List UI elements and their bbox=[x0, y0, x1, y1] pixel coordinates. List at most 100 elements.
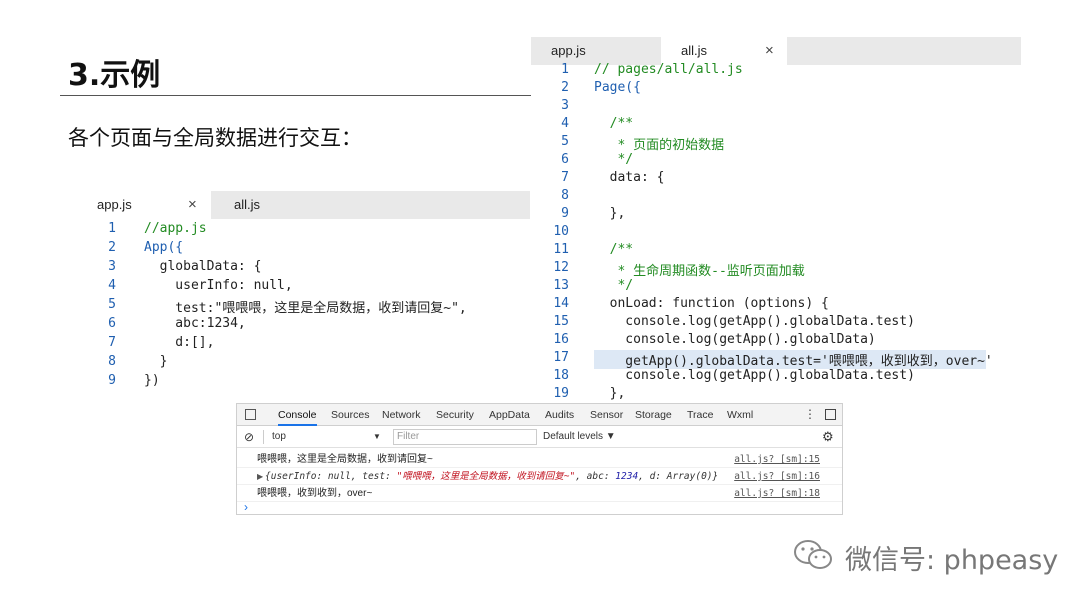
code-line: }, bbox=[594, 206, 626, 221]
object-preview-key: , d: Array(0)} bbox=[638, 471, 719, 482]
tab-network[interactable]: Network bbox=[382, 404, 421, 426]
console-message-object[interactable]: ▶ {userInfo: null, test: "喂喂喂，这里是全局数据，收到… bbox=[237, 468, 842, 485]
tab-storage[interactable]: Storage bbox=[635, 404, 672, 426]
slide-title: 3.示例 bbox=[68, 58, 161, 93]
gear-icon[interactable]: ⚙ bbox=[822, 426, 834, 448]
expand-triangle-icon[interactable]: ▶ bbox=[257, 468, 263, 485]
code-line: console.log(getApp().globalData.test) bbox=[594, 368, 915, 383]
object-preview-number: 1234 bbox=[615, 471, 639, 482]
code-line: } bbox=[144, 354, 168, 369]
console-message-text: 喂喂喂，这里是全局数据，收到请回复~ bbox=[257, 454, 433, 465]
source-link[interactable]: all.js? [sm]:16 bbox=[734, 468, 820, 485]
code-line: Page({ bbox=[594, 80, 641, 95]
code-line: userInfo: null, bbox=[144, 278, 293, 293]
editor-tab-bar: app.js all.js × bbox=[531, 37, 1021, 65]
line-number: 17 bbox=[553, 350, 569, 365]
line-number: 4 bbox=[561, 116, 569, 131]
code-line: /** bbox=[594, 242, 634, 257]
object-preview-string: "喂喂喂，这里是全局数据，收到请回复~" bbox=[396, 471, 576, 482]
line-number: 19 bbox=[553, 386, 569, 401]
devtools-tab-bar: Console Sources Network Security AppData… bbox=[237, 404, 842, 426]
code-line: onLoad: function (options) { bbox=[594, 296, 829, 311]
close-icon[interactable]: × bbox=[188, 191, 197, 219]
console-message: 喂喂喂，这里是全局数据，收到请回复~ all.js? [sm]:15 bbox=[237, 451, 842, 468]
line-number: 12 bbox=[553, 260, 569, 275]
tab-wxml[interactable]: Wxml bbox=[727, 404, 753, 426]
log-levels-select[interactable]: Default levels ▼ bbox=[543, 426, 616, 448]
line-number: 11 bbox=[553, 242, 569, 257]
close-icon[interactable]: × bbox=[765, 37, 774, 65]
code-area[interactable]: 1 //app.js 2 App({ 3 globalData: { 4 userI… bbox=[78, 221, 530, 392]
tab-app-js[interactable]: app.js bbox=[531, 37, 661, 65]
line-number: 10 bbox=[553, 224, 569, 239]
line-number: 5 bbox=[561, 134, 569, 149]
line-number: 1 bbox=[108, 221, 116, 236]
tab-label: all.js bbox=[681, 43, 708, 58]
chevron-down-icon[interactable]: ▼ bbox=[373, 426, 381, 448]
slide-subtitle: 各个页面与全局数据进行交互： bbox=[68, 126, 362, 150]
line-number: 1 bbox=[561, 62, 569, 77]
code-line: }, bbox=[594, 386, 626, 401]
all-js-editor: app.js all.js × 1 // pages/all/all.js 2 Pa… bbox=[531, 37, 1021, 403]
code-line: d:[], bbox=[144, 335, 215, 350]
filter-input[interactable]: Filter bbox=[393, 429, 537, 445]
line-number: 6 bbox=[561, 152, 569, 167]
wechat-icon bbox=[794, 540, 832, 569]
tab-console[interactable]: Console bbox=[278, 404, 317, 426]
tab-appdata[interactable]: AppData bbox=[489, 404, 530, 426]
line-number: 14 bbox=[553, 296, 569, 311]
code-line: */ bbox=[594, 152, 634, 167]
line-number: 9 bbox=[108, 373, 116, 388]
console-prompt[interactable]: › bbox=[244, 501, 248, 513]
line-number: 13 bbox=[553, 278, 569, 293]
tab-all-js[interactable]: all.js × bbox=[661, 37, 787, 65]
object-preview-key: {userInfo: null, test: bbox=[265, 471, 397, 482]
line-number: 15 bbox=[553, 314, 569, 329]
tab-label: app.js bbox=[97, 197, 132, 212]
tab-security[interactable]: Security bbox=[436, 404, 474, 426]
console-message-text: 喂喂喂，收到收到，over~ bbox=[257, 488, 373, 499]
line-number: 8 bbox=[108, 354, 116, 369]
tab-label: app.js bbox=[551, 43, 586, 58]
code-area[interactable]: 1 // pages/all/all.js 2 Page({ 3 4 /** 5 *… bbox=[531, 62, 1021, 404]
clear-console-icon[interactable]: ⊘ bbox=[244, 426, 254, 448]
line-number: 2 bbox=[561, 80, 569, 95]
code-line: App({ bbox=[144, 240, 184, 255]
line-number: 2 bbox=[108, 240, 116, 255]
code-line: abc:1234, bbox=[144, 316, 246, 331]
line-number: 6 bbox=[108, 316, 116, 331]
code-line: //app.js bbox=[144, 221, 207, 236]
watermark-text: 微信号: phpeasy bbox=[845, 545, 1059, 576]
tab-sensor[interactable]: Sensor bbox=[590, 404, 623, 426]
source-link[interactable]: all.js? [sm]:15 bbox=[734, 451, 820, 468]
line-number: 16 bbox=[553, 332, 569, 347]
line-number: 3 bbox=[561, 98, 569, 113]
line-number: 4 bbox=[108, 278, 116, 293]
console-toolbar: ⊘ top ▼ Filter Default levels ▼ ⚙ bbox=[237, 426, 842, 448]
tab-trace[interactable]: Trace bbox=[687, 404, 713, 426]
source-link[interactable]: all.js? [sm]:18 bbox=[734, 485, 820, 502]
code-line: // pages/all/all.js bbox=[594, 62, 743, 77]
object-preview-key: , abc: bbox=[575, 471, 616, 482]
inspect-element-icon[interactable] bbox=[245, 409, 256, 420]
tab-label: all.js bbox=[234, 197, 261, 212]
tab-app-js[interactable]: app.js × bbox=[78, 191, 211, 219]
line-number: 3 bbox=[108, 259, 116, 274]
more-options-icon[interactable]: ⋮ bbox=[804, 407, 816, 421]
tab-all-js[interactable]: all.js bbox=[211, 191, 321, 219]
tab-sources[interactable]: Sources bbox=[331, 404, 370, 426]
line-number: 9 bbox=[561, 206, 569, 221]
console-message: 喂喂喂，收到收到，over~ all.js? [sm]:18 bbox=[237, 485, 842, 502]
code-line: /** bbox=[594, 116, 634, 131]
dock-icon[interactable] bbox=[825, 409, 836, 420]
context-select[interactable]: top bbox=[272, 426, 286, 448]
line-number: 7 bbox=[561, 170, 569, 185]
code-line-current: getApp().globalData.test='喂喂喂，收到收到，over~… bbox=[594, 350, 993, 369]
tab-audits[interactable]: Audits bbox=[545, 404, 574, 426]
code-line: */ bbox=[594, 278, 634, 293]
code-line: * 页面的初始数据 bbox=[594, 138, 725, 153]
code-line: console.log(getApp().globalData.test) bbox=[594, 314, 915, 329]
code-line: * 生命周期函数--监听页面加载 bbox=[594, 264, 805, 279]
line-number: 8 bbox=[561, 188, 569, 203]
code-line: data: { bbox=[594, 170, 665, 185]
